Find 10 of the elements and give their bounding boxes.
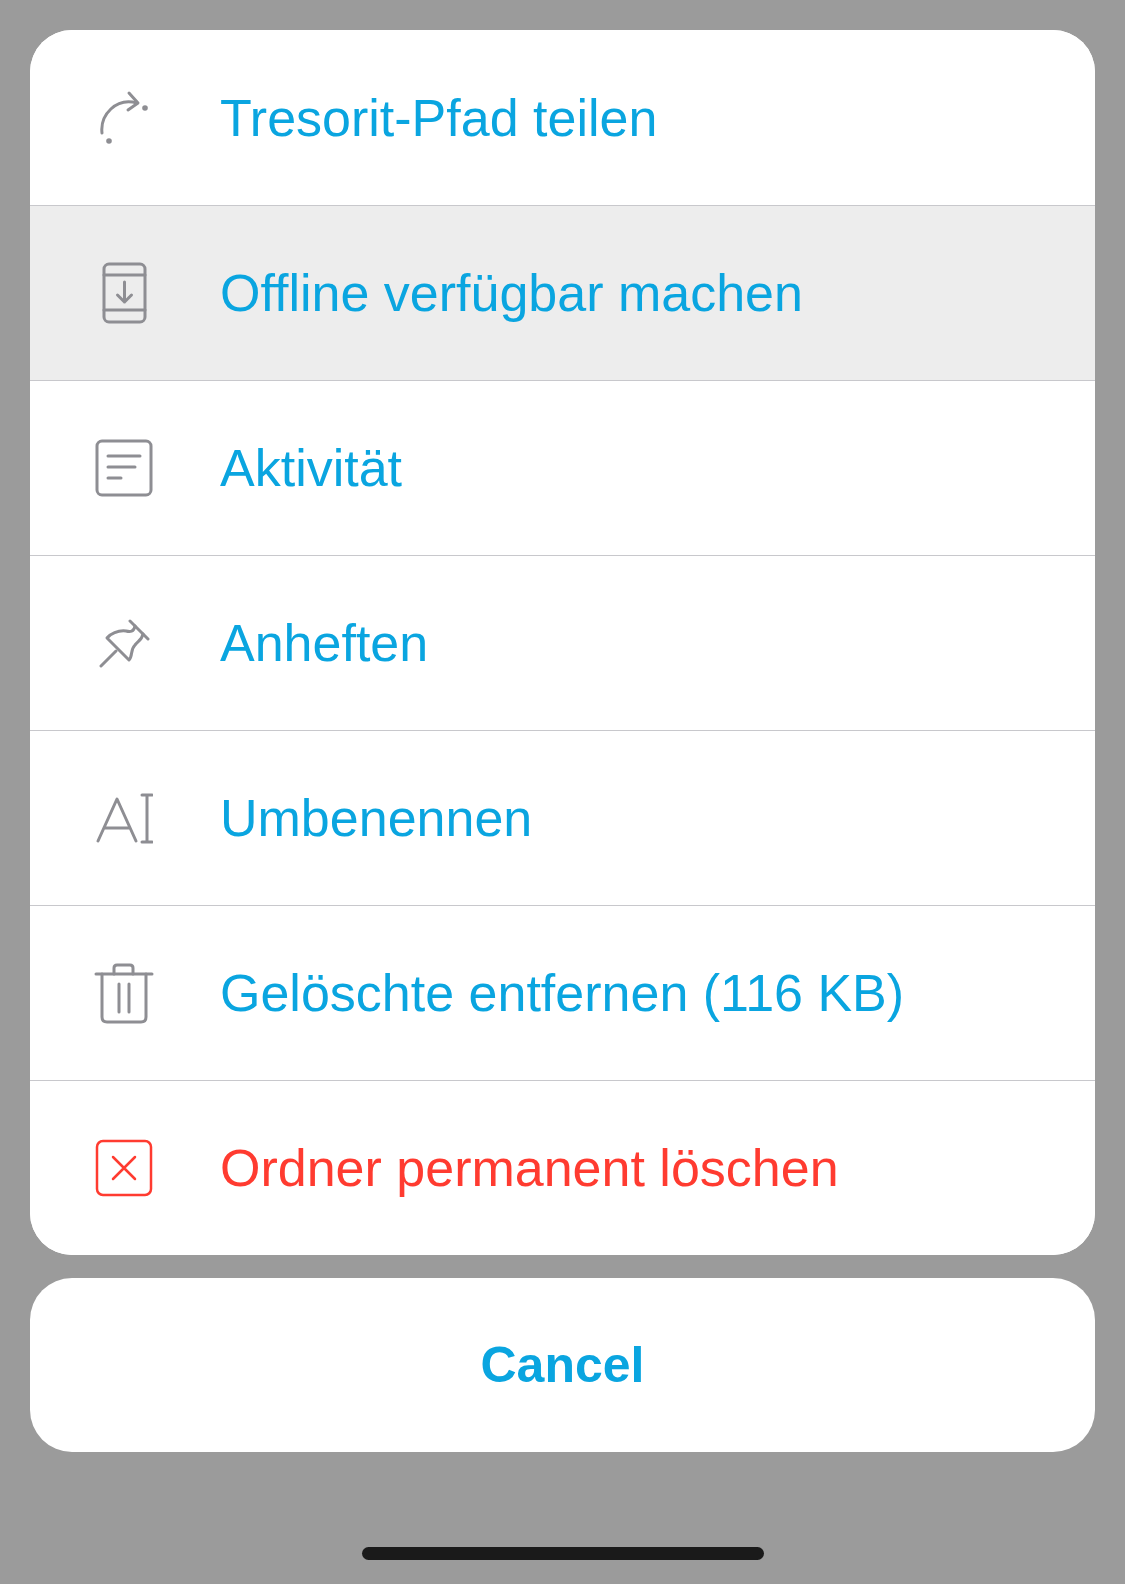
pushpin-icon [98,617,150,669]
x-square-icon [95,1139,153,1197]
phone-download-icon [101,262,147,324]
curved-arrow-icon [98,89,150,146]
menu-item[interactable]: Offline verfügbar machen [30,205,1095,380]
trash-icon [94,962,154,1024]
text-cursor-icon [95,792,153,844]
menu-item[interactable]: Ordner permanent löschen [30,1080,1095,1255]
document-lines-icon [95,439,153,497]
cancel-button[interactable]: Cancel [30,1278,1095,1452]
